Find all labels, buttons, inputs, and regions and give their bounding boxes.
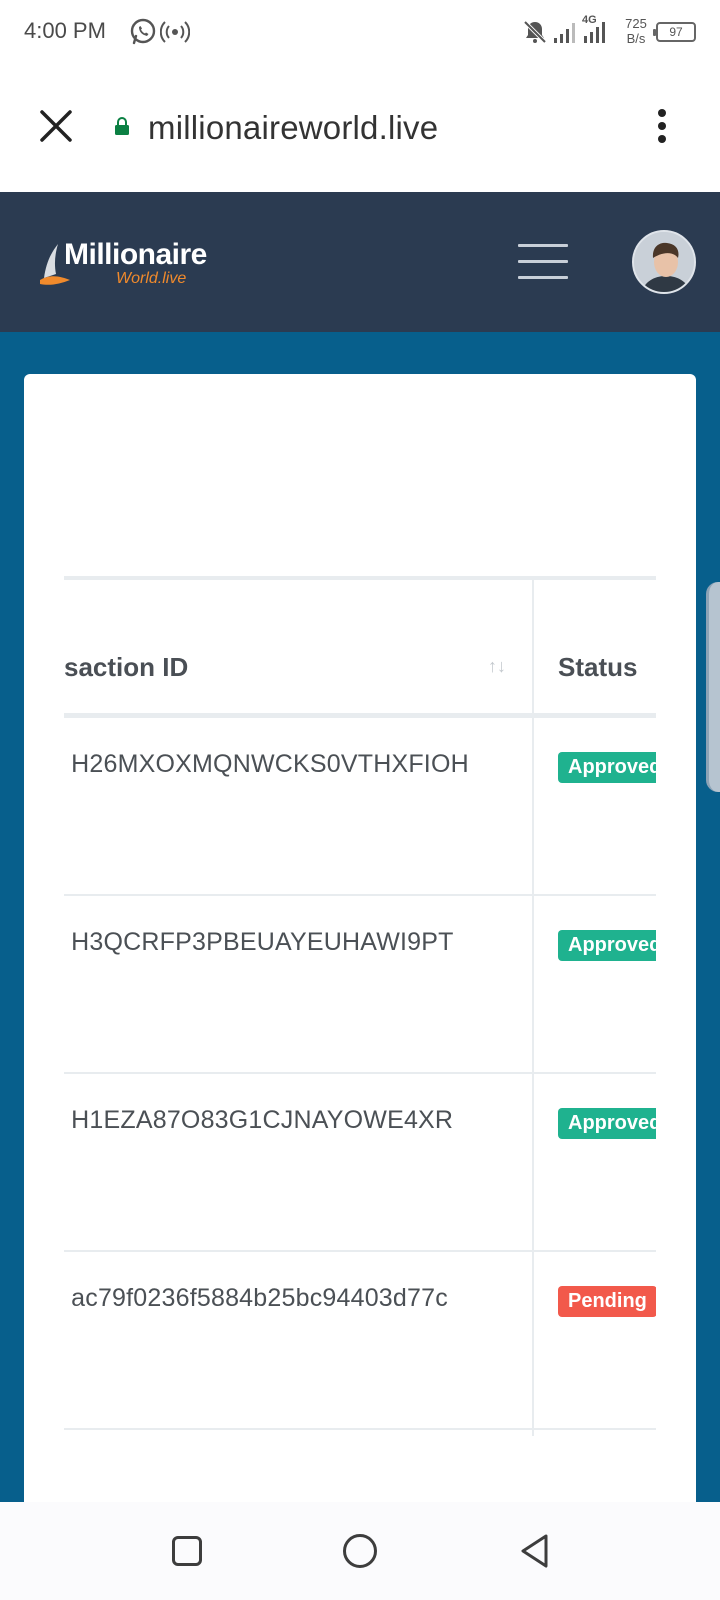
- transaction-id-cell: H1EZA87O83G1CJNAYOWE4XR: [64, 1106, 454, 1134]
- hamburger-icon[interactable]: [518, 244, 568, 279]
- speed-unit: B/s: [626, 31, 646, 46]
- back-icon[interactable]: [518, 1532, 552, 1570]
- browser-url-bar: millionaireworld.live: [0, 66, 720, 192]
- transaction-id-cell: ac79f0236f5884b25bc94403d77c: [64, 1284, 448, 1312]
- transactions-table[interactable]: saction ID ↑↓ Status H26MXOXMQNWCKS0VTHX…: [64, 576, 656, 1436]
- close-icon[interactable]: [36, 106, 76, 146]
- app-header: Millionaire World.live: [0, 192, 720, 332]
- logo-subtext: World.live: [116, 270, 187, 287]
- speed-value: 725: [625, 16, 647, 31]
- system-nav-bar: [0, 1502, 720, 1600]
- status-badge: Approved: [558, 930, 656, 961]
- avatar-image: [634, 232, 694, 292]
- more-vert-icon[interactable]: [650, 106, 674, 146]
- whatsapp-icon: [130, 18, 156, 45]
- status-time: 4:00 PM: [24, 18, 106, 43]
- column-header-status[interactable]: Status: [558, 652, 637, 683]
- table-header: saction ID ↑↓ Status: [64, 580, 656, 718]
- transaction-id-cell: H3QCRFP3PBEUAYEUHAWI9PT: [64, 928, 454, 956]
- side-panel-tab[interactable]: [706, 582, 720, 792]
- status-badge: Approved: [558, 752, 656, 783]
- table-row[interactable]: H1EZA87O83G1CJNAYOWE4XR Approved: [64, 1074, 656, 1252]
- lock-icon: [115, 117, 129, 135]
- home-icon[interactable]: [343, 1534, 377, 1568]
- network-speed: 725 B/s: [620, 16, 652, 46]
- status-badge: Pending: [558, 1286, 656, 1317]
- table-row[interactable]: ac79f0236f5884b25bc94403d77c Pending: [64, 1252, 656, 1430]
- transaction-id-cell: H26MXOXMQNWCKS0VTHXFIOH: [64, 750, 469, 778]
- logo[interactable]: Millionaire World.live: [40, 238, 240, 292]
- column-header-transaction-id[interactable]: saction ID: [64, 652, 188, 683]
- battery-icon: 97: [653, 22, 696, 42]
- table-row[interactable]: H26MXOXMQNWCKS0VTHXFIOH Approved: [64, 718, 656, 896]
- signal-icon: [584, 22, 605, 43]
- hotspot-icon: [160, 21, 190, 43]
- battery-level: 97: [669, 25, 683, 39]
- logo-text: Millionaire: [64, 238, 207, 271]
- avatar[interactable]: [632, 230, 696, 294]
- status-badge: Approved: [558, 1108, 656, 1139]
- recent-apps-icon[interactable]: [172, 1536, 202, 1566]
- status-bar: 4:00 PM 4G 725 B/s 97: [0, 0, 720, 66]
- url-text[interactable]: millionaireworld.live: [148, 109, 438, 147]
- table-row[interactable]: H3QCRFP3PBEUAYEUHAWI9PT Approved: [64, 896, 656, 1074]
- signal-icon: [554, 23, 575, 43]
- mute-icon: [523, 20, 547, 44]
- sort-icon[interactable]: ↑↓: [488, 656, 506, 677]
